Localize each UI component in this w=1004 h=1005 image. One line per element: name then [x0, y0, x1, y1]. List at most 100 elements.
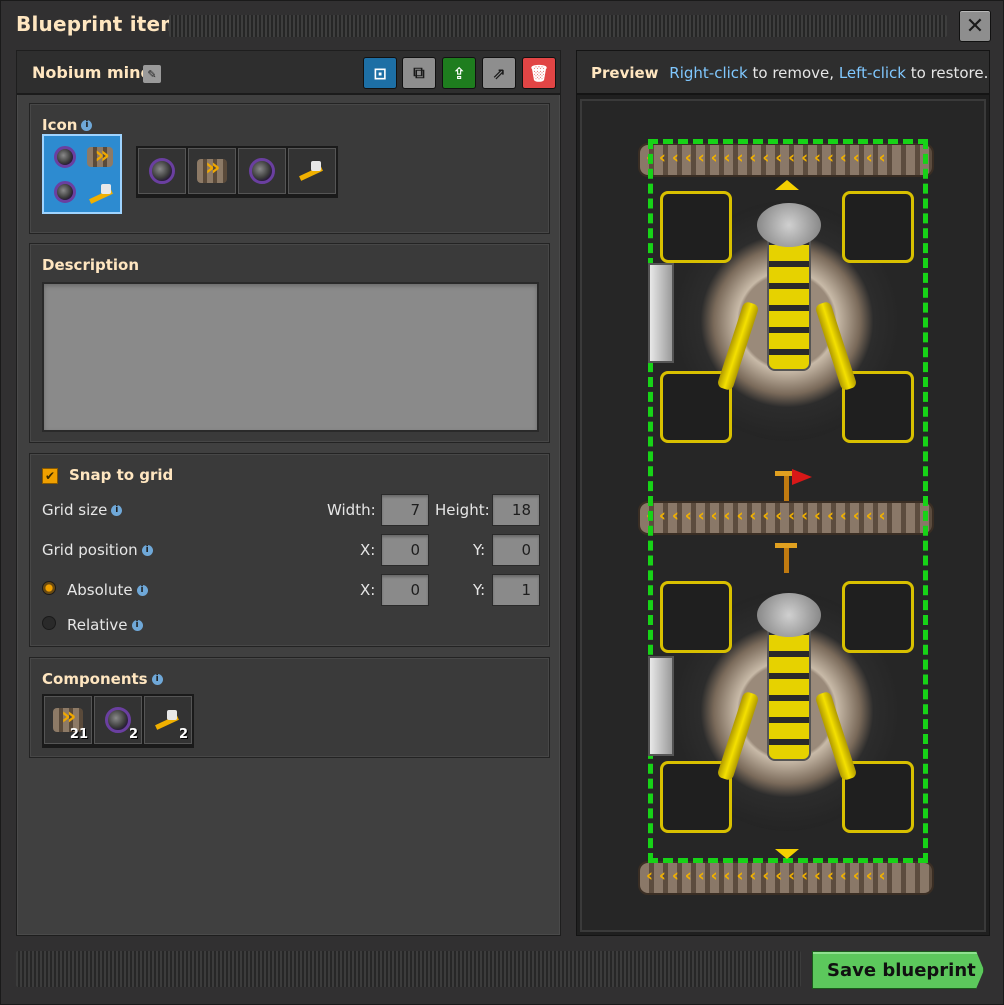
belt-icon — [86, 141, 113, 169]
icon-slot-4[interactable] — [288, 148, 336, 194]
drill-corner — [660, 191, 732, 263]
icon-slot-1[interactable] — [138, 148, 186, 194]
icon-section-label: Icon i — [42, 116, 93, 134]
ore-icon — [249, 158, 275, 184]
relative-radio[interactable] — [42, 616, 56, 630]
inserter-icon — [297, 159, 327, 183]
components-list: 21 2 2 — [42, 694, 194, 748]
preview-panel: Preview Right-click to remove, Left-clic… — [576, 50, 990, 936]
blueprint-window: Blueprint item ✕ Nobium mine ✎ ⊡ ⧉ ⇪ ⇗ 🗑 — [0, 0, 1004, 1005]
settings-panel: Nobium mine ✎ ⊡ ⧉ ⇪ ⇗ 🗑 Icon i » » Descr… — [16, 50, 561, 936]
info-icon[interactable]: i — [151, 674, 163, 685]
height-label: Height: — [435, 501, 490, 519]
info-icon[interactable]: i — [141, 545, 153, 556]
ore-icon — [53, 145, 76, 168]
component-belt[interactable]: 21 — [44, 696, 92, 744]
description-label: Description — [42, 256, 140, 274]
inserter-icon — [87, 182, 113, 202]
description-textarea[interactable] — [42, 282, 539, 432]
snap-to-grid-label: Snap to grid — [69, 466, 174, 484]
flag-icon — [792, 469, 812, 485]
info-icon[interactable]: i — [111, 505, 123, 516]
ore-icon — [105, 707, 131, 733]
width-label: Width: — [327, 501, 376, 519]
snap-to-grid-checkbox[interactable]: ✔ — [42, 468, 58, 484]
copy-button[interactable]: ⧉ — [402, 57, 436, 89]
component-count: 2 — [128, 727, 138, 742]
window-title: Blueprint item — [16, 12, 182, 36]
position-x-field[interactable]: 0 — [381, 534, 429, 566]
grid-section: ✔ Snap to grid Grid size i Width: 7 Heigh… — [29, 453, 550, 647]
description-section: Description — [29, 243, 550, 443]
mining-drill[interactable] — [652, 181, 922, 461]
drill-cap — [757, 203, 821, 247]
absolute-x-label: X: — [360, 581, 376, 599]
position-y-label: Y: — [473, 541, 486, 559]
component-count: 2 — [178, 727, 188, 742]
right-click-hint: Right-click — [669, 64, 748, 82]
icon-slot-3[interactable] — [238, 148, 286, 194]
components-label: Components i — [42, 670, 163, 688]
absolute-radio[interactable] — [42, 581, 56, 595]
absolute-text: Absolute — [67, 581, 133, 599]
icon-label-text: Icon — [42, 116, 78, 134]
inserter-icon[interactable] — [773, 539, 799, 575]
icon-slots — [136, 146, 338, 198]
height-field[interactable]: 18 — [492, 494, 540, 526]
info-icon[interactable]: i — [136, 585, 148, 596]
save-blueprint-button[interactable]: Save blueprint — [812, 951, 984, 989]
export-button[interactable]: ⇗ — [482, 57, 516, 89]
info-icon[interactable]: i — [81, 120, 93, 131]
component-count: 21 — [69, 727, 88, 742]
drill-corner — [842, 581, 914, 653]
trash-icon: 🗑 — [528, 63, 550, 83]
blueprint-preview-canvas[interactable] — [580, 99, 986, 932]
hint-text: to remove, — [747, 64, 839, 82]
component-inserter[interactable]: 2 — [144, 696, 192, 744]
export-icon: ⇗ — [492, 63, 506, 83]
grid-position-text: Grid position — [42, 541, 138, 559]
drill-cap — [757, 593, 821, 637]
preview-header: Preview Right-click to remove, Left-clic… — [577, 51, 989, 95]
select-area-icon: ⊡ — [373, 63, 387, 83]
position-x-label: X: — [360, 541, 376, 559]
title-bar: Blueprint item ✕ — [1, 1, 1004, 49]
copy-icon: ⧉ — [413, 63, 425, 82]
drag-handle[interactable] — [169, 15, 947, 37]
grid-position-label: Grid position i — [42, 541, 153, 559]
component-drill[interactable]: 2 — [94, 696, 142, 744]
hint-text: to restore. — [905, 64, 989, 82]
grid-size-label: Grid size i — [42, 501, 123, 519]
mining-drill[interactable] — [652, 571, 922, 851]
preview-title: Preview — [591, 64, 659, 82]
side-machine[interactable] — [648, 263, 674, 363]
ore-icon — [149, 158, 175, 184]
position-y-field[interactable]: 0 — [492, 534, 540, 566]
drill-corner — [842, 191, 914, 263]
delete-button[interactable]: 🗑 — [522, 57, 556, 89]
components-section: Componentsi 21 2 2 — [29, 657, 550, 758]
select-area-button[interactable]: ⊡ — [363, 57, 397, 89]
icon-section: Icon i — [29, 103, 550, 234]
absolute-y-field[interactable]: 1 — [492, 574, 540, 606]
edit-name-icon[interactable]: ✎ — [143, 65, 161, 83]
info-icon[interactable]: i — [131, 620, 143, 631]
grid-size-text: Grid size — [42, 501, 108, 519]
absolute-label: Absolute i — [67, 581, 148, 599]
belt-icon — [197, 153, 227, 183]
footer-drag-handle[interactable] — [16, 951, 801, 987]
reassign-button[interactable]: ⇪ — [442, 57, 476, 89]
drill-corner — [660, 581, 732, 653]
components-text: Components — [42, 670, 148, 688]
blueprint-icon-preview[interactable] — [42, 134, 122, 214]
relative-text: Relative — [67, 616, 128, 634]
blueprint-header: Nobium mine ✎ ⊡ ⧉ ⇪ ⇗ 🗑 — [17, 51, 560, 95]
side-machine[interactable] — [648, 656, 674, 756]
upload-icon: ⇪ — [452, 63, 466, 83]
width-field[interactable]: 7 — [381, 494, 429, 526]
close-button[interactable]: ✕ — [959, 10, 991, 42]
absolute-x-field[interactable]: 0 — [381, 574, 429, 606]
icon-slot-2[interactable] — [188, 148, 236, 194]
ore-icon — [53, 180, 76, 203]
transport-belt[interactable] — [638, 861, 934, 895]
